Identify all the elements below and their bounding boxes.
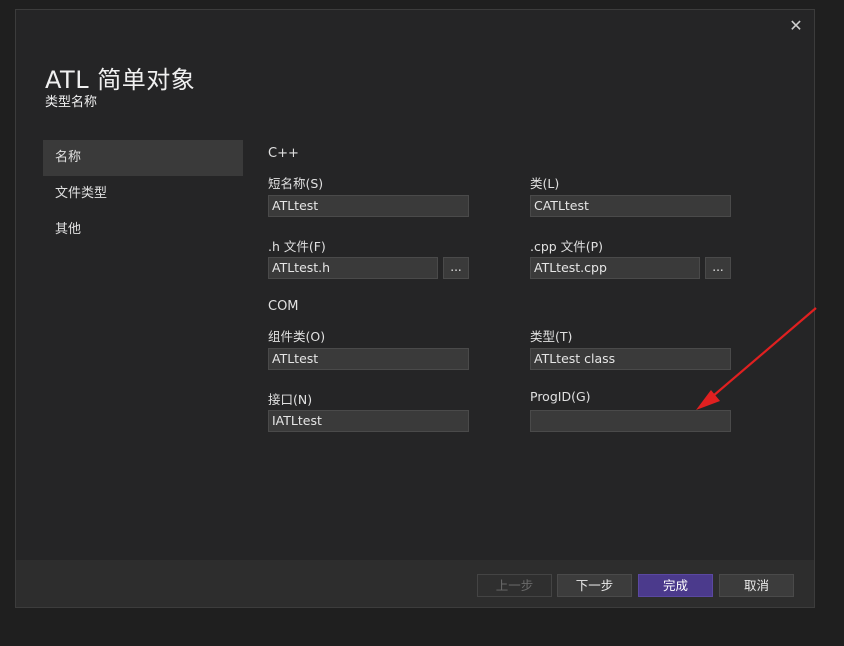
dialog-title: ATL 简单对象 (45, 66, 196, 94)
progid-input[interactable] (530, 410, 731, 432)
atl-simple-object-dialog: ✕ ATL 简单对象 类型名称 名称 文件类型 其他 C++ 短名称(S) AT… (15, 9, 815, 608)
dialog-footer: 上一步 下一步 完成 取消 (16, 560, 814, 607)
finish-button[interactable]: 完成 (638, 574, 713, 597)
type-label: 类型(T) (530, 329, 573, 344)
h-file-input[interactable]: ATLtest.h (268, 257, 438, 279)
close-icon[interactable]: ✕ (788, 18, 804, 34)
progid-label: ProgID(G) (530, 389, 591, 404)
cpp-file-browse-button[interactable]: ... (705, 257, 731, 279)
sidebar-nav: 名称 文件类型 其他 (43, 140, 243, 248)
nav-item-name[interactable]: 名称 (43, 140, 243, 176)
coclass-label: 组件类(O) (268, 329, 326, 344)
nav-item-file-type[interactable]: 文件类型 (43, 176, 243, 212)
h-file-label: .h 文件(F) (268, 239, 326, 254)
short-name-input[interactable]: ATLtest (268, 195, 469, 217)
nav-item-other[interactable]: 其他 (43, 212, 243, 248)
prev-button[interactable]: 上一步 (477, 574, 552, 597)
cpp-section-label: C++ (268, 146, 299, 161)
dialog-subtitle: 类型名称 (45, 95, 98, 110)
class-input[interactable]: CATLtest (530, 195, 731, 217)
com-section-label: COM (268, 299, 299, 314)
coclass-input[interactable]: ATLtest (268, 348, 469, 370)
cpp-file-input[interactable]: ATLtest.cpp (530, 257, 700, 279)
class-label: 类(L) (530, 176, 560, 191)
next-button[interactable]: 下一步 (557, 574, 632, 597)
short-name-label: 短名称(S) (268, 176, 324, 191)
h-file-browse-button[interactable]: ... (443, 257, 469, 279)
cancel-button[interactable]: 取消 (719, 574, 794, 597)
type-input[interactable]: ATLtest class (530, 348, 731, 370)
interface-input[interactable]: IATLtest (268, 410, 469, 432)
interface-label: 接口(N) (268, 392, 313, 407)
cpp-file-label: .cpp 文件(P) (530, 239, 603, 254)
